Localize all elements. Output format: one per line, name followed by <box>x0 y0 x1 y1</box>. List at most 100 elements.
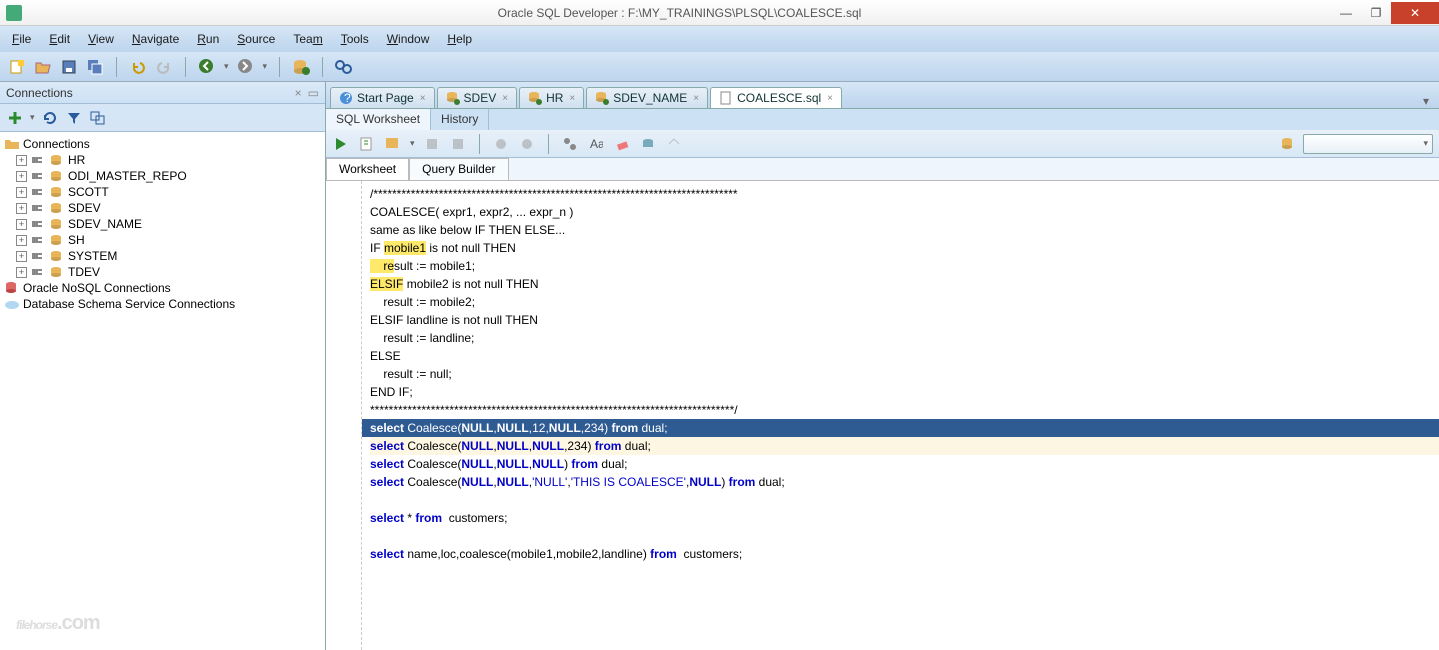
connections-tree[interactable]: Connections +HR+ODI_MASTER_REPO+SCOTT+SD… <box>0 132 325 650</box>
code-line[interactable] <box>370 491 1439 509</box>
code-line[interactable]: select name,loc,coalesce(mobile1,mobile2… <box>370 545 1439 563</box>
nav-back-icon[interactable] <box>198 58 216 76</box>
tab-close-icon[interactable]: × <box>569 93 575 104</box>
code-line[interactable]: result := mobile1; <box>370 257 1439 275</box>
code-line[interactable]: ELSE <box>370 347 1439 365</box>
code-line[interactable]: END IF; <box>370 383 1439 401</box>
expand-icon[interactable]: + <box>16 219 27 230</box>
run-script-icon[interactable] <box>358 135 376 153</box>
tab-sdev[interactable]: SDEV× <box>437 87 518 108</box>
expand-icon[interactable]: + <box>16 203 27 214</box>
code-line[interactable]: ****************************************… <box>370 401 1439 419</box>
tree-connection-item[interactable]: +SCOTT <box>2 184 323 200</box>
tab-worksheet[interactable]: Worksheet <box>326 158 409 180</box>
tree-root[interactable]: Connections <box>2 136 323 152</box>
expand-icon[interactable]: + <box>16 171 27 182</box>
expand-icon[interactable]: + <box>16 267 27 278</box>
code-line[interactable]: select * from customers; <box>370 509 1439 527</box>
tree-connection-item[interactable]: +ODI_MASTER_REPO <box>2 168 323 184</box>
menu-run[interactable]: Run <box>189 29 227 49</box>
tab-sdev-name[interactable]: SDEV_NAME× <box>586 87 708 108</box>
menu-source[interactable]: Source <box>229 29 283 49</box>
tab-close-icon[interactable]: × <box>420 93 426 104</box>
dup-icon[interactable] <box>89 109 107 127</box>
code-line-cursor[interactable]: select Coalesce(NULL,NULL,NULL,234) from… <box>370 437 1439 455</box>
code-line[interactable]: result := mobile2; <box>370 293 1439 311</box>
tab-coalesce-sql[interactable]: COALESCE.sql× <box>710 87 842 108</box>
menu-tools[interactable]: Tools <box>333 29 377 49</box>
expand-icon[interactable]: + <box>16 155 27 166</box>
tree-connection-item[interactable]: +SH <box>2 232 323 248</box>
format-icon[interactable]: Aa <box>587 135 605 153</box>
menu-help[interactable]: Help <box>439 29 480 49</box>
find-icon[interactable] <box>335 58 353 76</box>
commit-icon[interactable] <box>449 135 467 153</box>
menu-team[interactable]: Team <box>285 29 330 49</box>
code-line[interactable]: ELSIF mobile2 is not null THEN <box>370 275 1439 293</box>
clear-icon[interactable] <box>613 135 631 153</box>
connection-select[interactable]: ▾ <box>1303 134 1433 154</box>
tab-close-icon[interactable]: × <box>693 93 699 104</box>
add-connection-icon[interactable] <box>6 109 24 127</box>
code-line[interactable]: select Coalesce(NULL,NULL,'NULL','THIS I… <box>370 473 1439 491</box>
code-area[interactable]: /***************************************… <box>370 181 1439 563</box>
code-line[interactable]: ELSIF landline is not null THEN <box>370 311 1439 329</box>
menu-window[interactable]: Window <box>379 29 438 49</box>
close-button[interactable]: ✕ <box>1391 2 1439 24</box>
code-line[interactable]: same as like below IF THEN ELSE... <box>370 221 1439 239</box>
tab-query-builder[interactable]: Query Builder <box>409 158 508 180</box>
code-line[interactable]: select Coalesce(NULL,NULL,NULL) from dua… <box>370 455 1439 473</box>
run-icon[interactable] <box>332 135 350 153</box>
tree-connection-item[interactable]: +SDEV <box>2 200 323 216</box>
tab-close-icon[interactable]: × <box>502 93 508 104</box>
autotrace-icon[interactable] <box>423 135 441 153</box>
refresh-icon[interactable] <box>41 109 59 127</box>
menu-view[interactable]: View <box>80 29 122 49</box>
tab-start-page[interactable]: ?Start Page× <box>330 87 435 108</box>
unshared-icon[interactable] <box>561 135 579 153</box>
redo-icon[interactable] <box>155 58 173 76</box>
code-line[interactable]: /***************************************… <box>370 185 1439 203</box>
dropdown-icon[interactable]: ▾ <box>410 138 415 149</box>
open-icon[interactable] <box>34 58 52 76</box>
explain-plan-icon[interactable] <box>384 135 402 153</box>
snippet-icon[interactable] <box>665 135 683 153</box>
tree-connection-item[interactable]: +TDEV <box>2 264 323 280</box>
panel-restore-icon[interactable]: ▭ <box>308 86 319 100</box>
code-line[interactable] <box>370 527 1439 545</box>
menu-navigate[interactable]: Navigate <box>124 29 187 49</box>
sql-editor[interactable]: /***************************************… <box>326 180 1439 650</box>
save-icon[interactable] <box>60 58 78 76</box>
tabs-menu-icon[interactable]: ▾ <box>1417 94 1435 108</box>
code-line[interactable]: result := landline; <box>370 329 1439 347</box>
panel-close-icon[interactable]: × <box>295 86 302 100</box>
subtab-history[interactable]: History <box>431 109 489 130</box>
filter-icon[interactable] <box>65 109 83 127</box>
dropdown-icon[interactable]: ▾ <box>224 61 229 72</box>
tree-schema-service[interactable]: Database Schema Service Connections <box>2 296 323 312</box>
expand-icon[interactable]: + <box>16 235 27 246</box>
sql-tuning-icon[interactable] <box>492 135 510 153</box>
save-all-icon[interactable] <box>86 58 104 76</box>
tab-close-icon[interactable]: × <box>827 93 833 104</box>
minimize-button[interactable]: — <box>1331 2 1361 24</box>
code-line[interactable]: COALESCE( expr1, expr2, ... expr_n ) <box>370 203 1439 221</box>
new-icon[interactable] <box>8 58 26 76</box>
undo-icon[interactable] <box>129 58 147 76</box>
dropdown-icon[interactable]: ▾ <box>263 61 268 72</box>
code-line[interactable]: result := null; <box>370 365 1439 383</box>
db-export-icon[interactable] <box>639 135 657 153</box>
dropdown-icon[interactable]: ▾ <box>30 112 35 123</box>
tree-connection-item[interactable]: +HR <box>2 152 323 168</box>
sql-history-icon[interactable] <box>518 135 536 153</box>
tree-connection-item[interactable]: +SYSTEM <box>2 248 323 264</box>
subtab-sql-worksheet[interactable]: SQL Worksheet <box>326 109 431 130</box>
tab-hr[interactable]: HR× <box>519 87 584 108</box>
expand-icon[interactable]: + <box>16 187 27 198</box>
maximize-button[interactable]: ❐ <box>1361 2 1391 24</box>
tree-nosql[interactable]: Oracle NoSQL Connections <box>2 280 323 296</box>
menu-edit[interactable]: Edit <box>41 29 78 49</box>
expand-icon[interactable]: + <box>16 251 27 262</box>
menu-file[interactable]: File <box>4 29 39 49</box>
tree-connection-item[interactable]: +SDEV_NAME <box>2 216 323 232</box>
